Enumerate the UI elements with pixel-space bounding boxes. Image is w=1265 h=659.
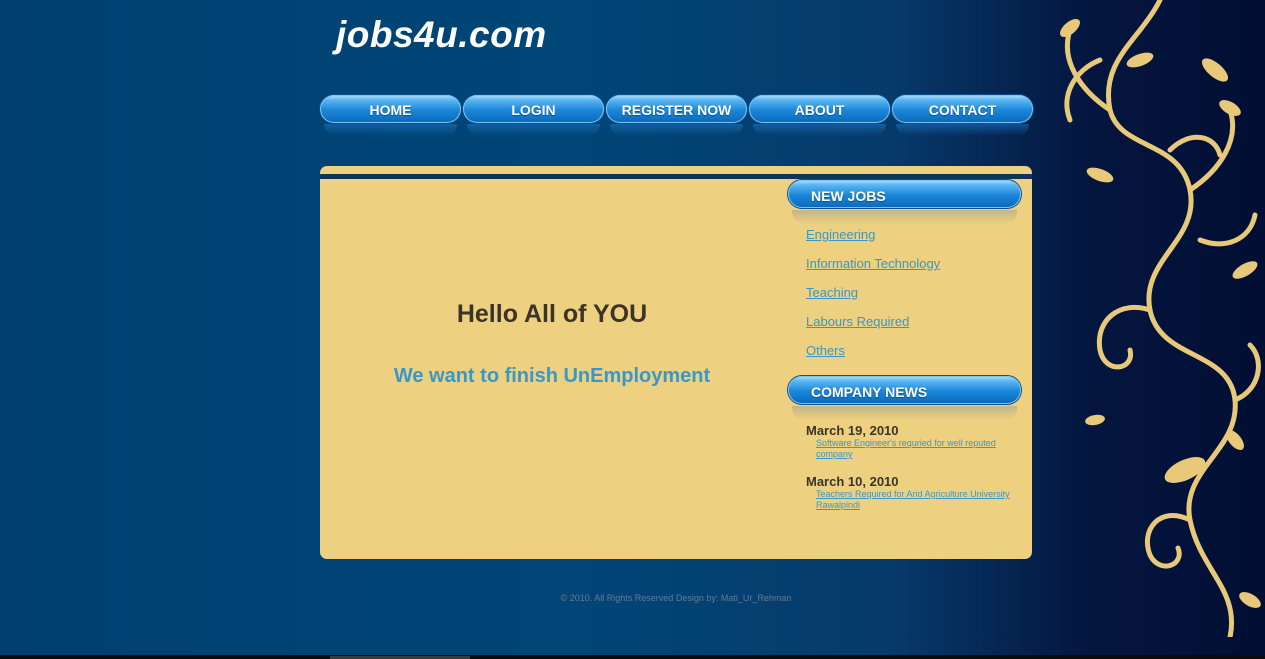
site-logo[interactable]: jobs4u.com [336, 14, 547, 56]
footer-copyright: © 2010. All Rights Reserved Design by: M… [560, 593, 792, 603]
panel-divider [320, 174, 1032, 179]
job-link-labours-required[interactable]: Labours Required [806, 314, 909, 329]
job-link-teaching[interactable]: Teaching [806, 285, 858, 300]
nav-about-button[interactable]: ABOUT [749, 95, 890, 136]
new-jobs-header: NEW JOBS [788, 180, 1021, 224]
job-link-others[interactable]: Others [806, 343, 845, 358]
floral-ornament-decoration [1060, 0, 1261, 637]
company-news-header: COMPANY NEWS [788, 376, 1021, 420]
nav-contact-button[interactable]: CONTACT [892, 95, 1033, 136]
nav-register-button[interactable]: REGISTER NOW [606, 95, 747, 136]
welcome-heading: Hello All of YOU [456, 300, 648, 328]
nav-login-button[interactable]: LOGIN [463, 95, 604, 136]
tagline-text: We want to finish UnEmployment [393, 365, 711, 387]
news-link[interactable]: Teachers Required for Arid Agriculture U… [816, 489, 1022, 511]
news-date: March 10, 2010 [806, 474, 899, 489]
job-link-information-technology[interactable]: Information Technology [806, 256, 940, 271]
content-panel: Hello All of YOU We want to finish UnEmp… [320, 166, 1032, 559]
news-link[interactable]: Software Engineer's requried for well re… [816, 438, 1022, 460]
bottom-edge [0, 655, 1265, 659]
job-link-engineering[interactable]: Engineering [806, 227, 875, 242]
main-navigation: HOME LOGIN REGISTER NOW ABOUT CONTACT [320, 95, 1034, 137]
nav-home-button[interactable]: HOME [320, 95, 461, 136]
news-date: March 19, 2010 [806, 423, 899, 438]
